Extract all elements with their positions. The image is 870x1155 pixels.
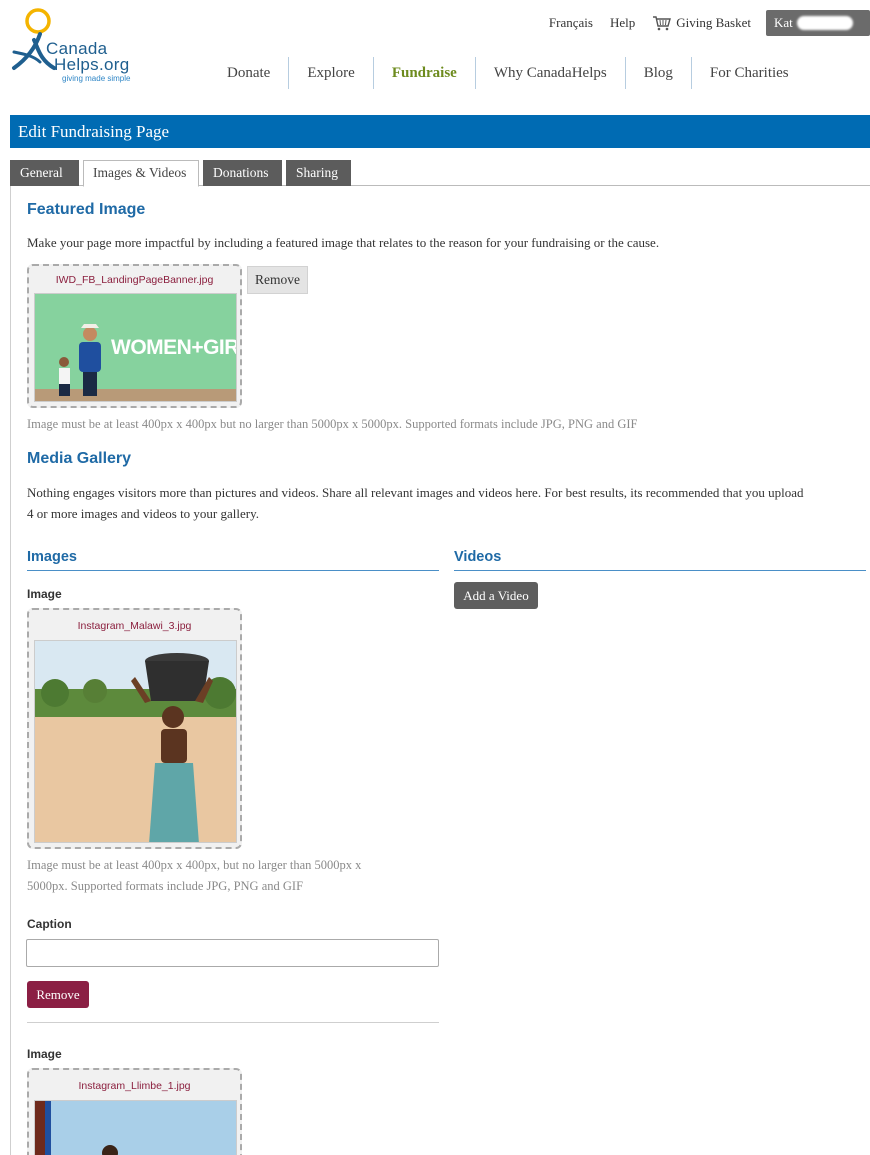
gallery-image-label: Image xyxy=(27,587,62,601)
videos-heading-rule xyxy=(454,570,866,571)
gallery-image-dropzone[interactable]: Instagram_Malawi_3.jpg xyxy=(27,608,242,849)
tab-bar: General Images & Videos Donations Sharin… xyxy=(10,160,870,187)
gallery-image-dropzone[interactable]: Instagram_Llimbe_1.jpg xyxy=(27,1068,242,1155)
content-border xyxy=(10,186,11,1155)
gallery-image-thumbnail xyxy=(34,1100,237,1155)
gallery-image-filename: Instagram_Llimbe_1.jpg xyxy=(78,1080,191,1092)
gallery-item-divider xyxy=(27,1022,439,1023)
nav-donate[interactable]: Donate xyxy=(209,65,288,82)
nav-why-canadahelps[interactable]: Why CanadaHelps xyxy=(476,65,625,82)
media-gallery-description-line2: 4 or more images and videos to your gall… xyxy=(27,506,260,521)
logo-tagline: giving made simple xyxy=(62,74,131,83)
remove-gallery-image-button[interactable]: Remove xyxy=(27,981,89,1008)
help-link[interactable]: Help xyxy=(610,15,635,31)
tab-sharing[interactable]: Sharing xyxy=(286,160,351,186)
media-gallery-description-line1: Nothing engages visitors more than pictu… xyxy=(27,485,804,500)
gallery-image-photo xyxy=(35,1101,236,1155)
nav-explore[interactable]: Explore xyxy=(289,65,372,82)
featured-image-dropzone[interactable]: IWD_FB_LandingPageBanner.jpg WOMEN+GIRLS xyxy=(27,264,242,408)
tab-donations[interactable]: Donations xyxy=(203,160,282,186)
gallery-image-hint-line1: Image must be at least 400px x 400px, bu… xyxy=(27,858,362,872)
featured-image-heading: Featured Image xyxy=(27,201,146,218)
gallery-image-thumbnail xyxy=(34,640,237,843)
canadahelps-logo[interactable]: Canada Helps.org giving made simple xyxy=(10,6,150,83)
redacted-name xyxy=(796,16,853,30)
gallery-image-hint-line2: 5000px. Supported formats include JPG, P… xyxy=(27,879,304,893)
nav-fundraise[interactable]: Fundraise xyxy=(374,65,475,82)
nav-for-charities[interactable]: For Charities xyxy=(692,65,807,82)
featured-image-hint: Image must be at least 400px x 400px but… xyxy=(27,417,638,431)
add-video-button[interactable]: Add a Video xyxy=(454,582,538,609)
account-menu[interactable]: Kat xyxy=(766,10,870,36)
giving-basket-label: Giving Basket xyxy=(676,15,751,30)
language-link[interactable]: Français xyxy=(549,15,593,31)
featured-image-description: Make your page more impactful by includi… xyxy=(27,235,660,250)
nav-blog[interactable]: Blog xyxy=(626,65,691,82)
account-name: Kat xyxy=(774,15,793,30)
utility-nav: Français Help Giving Basket Kat xyxy=(532,10,870,36)
logo-text-helps: Helps.org xyxy=(54,55,130,74)
gallery-image-label: Image xyxy=(27,1047,62,1061)
main-nav: Donate Explore Fundraise Why CanadaHelps… xyxy=(209,56,807,90)
images-heading: Images xyxy=(27,549,77,565)
page-title-bar: Edit Fundraising Page xyxy=(10,115,870,148)
caption-input[interactable] xyxy=(26,939,439,967)
featured-image-thumbnail: WOMEN+GIRLS xyxy=(34,293,237,402)
page: Canada Helps.org giving made simple Fran… xyxy=(0,0,870,1155)
tab-general[interactable]: General xyxy=(10,160,79,186)
featured-image-filename: IWD_FB_LandingPageBanner.jpg xyxy=(55,274,214,286)
tab-images-videos[interactable]: Images & Videos xyxy=(83,160,199,187)
gallery-image-filename: Instagram_Malawi_3.jpg xyxy=(77,620,192,632)
cart-icon xyxy=(653,16,672,31)
media-gallery-heading: Media Gallery xyxy=(27,450,132,467)
caption-label: Caption xyxy=(27,917,72,931)
featured-image-overlay-text: WOMEN+GIRLS xyxy=(111,336,236,359)
images-heading-rule xyxy=(27,570,439,571)
videos-heading: Videos xyxy=(454,549,502,565)
remove-featured-image-button[interactable]: Remove xyxy=(247,266,308,294)
gallery-image-photo xyxy=(35,641,236,842)
giving-basket-link[interactable]: Giving Basket xyxy=(652,15,751,31)
